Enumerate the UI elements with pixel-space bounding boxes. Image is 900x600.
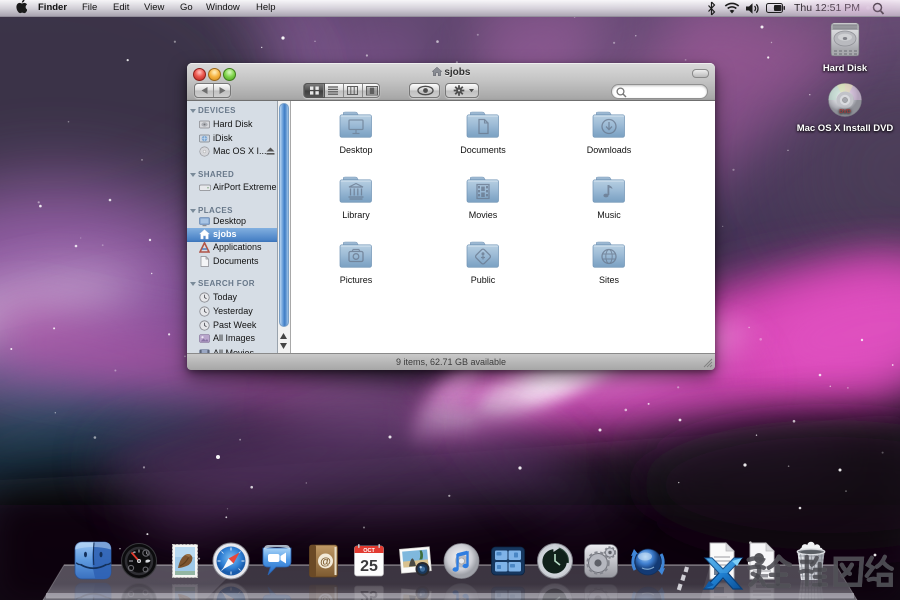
svg-text:DVD: DVD: [839, 109, 851, 115]
